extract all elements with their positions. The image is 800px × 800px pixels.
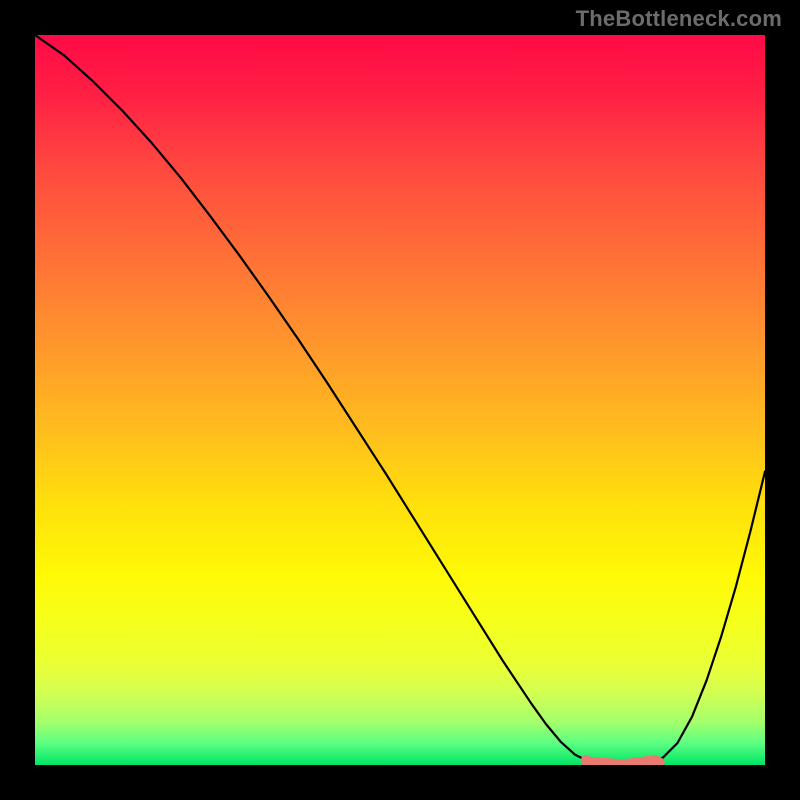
curve-floor-highlight	[590, 761, 656, 765]
watermark-text: TheBottleneck.com	[576, 6, 782, 32]
chart-root: TheBottleneck.com	[0, 0, 800, 800]
bottleneck-curve	[35, 35, 765, 765]
bottleneck-curve-svg	[35, 35, 765, 765]
